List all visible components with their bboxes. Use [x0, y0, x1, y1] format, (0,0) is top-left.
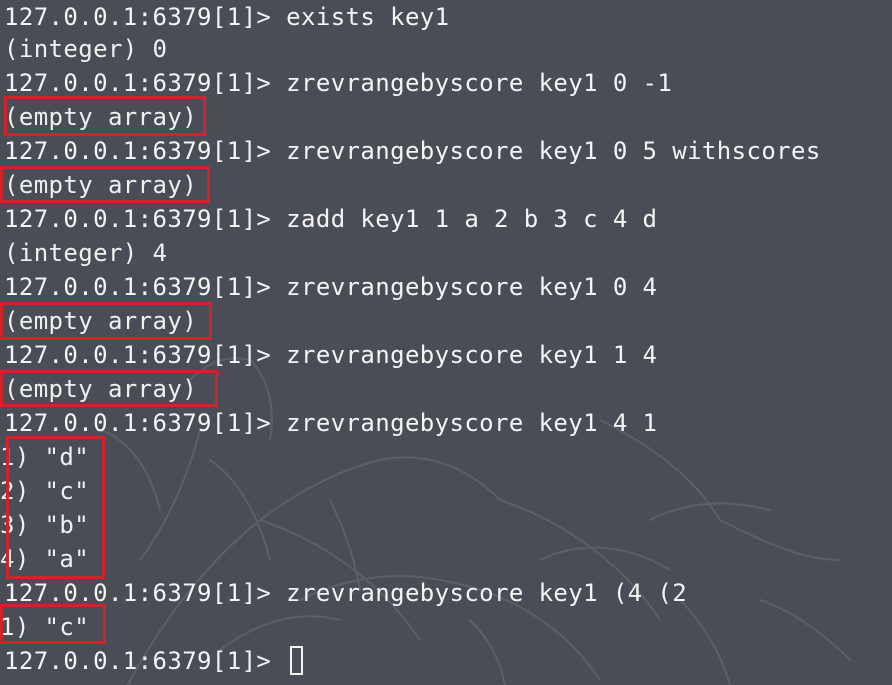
prompt-text: 127.0.0.1:6379[1]>	[4, 579, 272, 607]
terminal-line-5: 127.0.0.1:6379[1]> zrevrangebyscore key1…	[4, 134, 821, 168]
output-line-6: (empty array)	[4, 171, 198, 199]
input-text[interactable]	[271, 647, 286, 675]
terminal-line-7: 127.0.0.1:6379[1]> zadd key1 1 a 2 b 3 c…	[4, 202, 657, 236]
output-line-4: (empty array)	[4, 103, 198, 131]
prompt-text: 127.0.0.1:6379[1]>	[4, 69, 272, 97]
prompt-text: 127.0.0.1:6379[1]>	[4, 3, 272, 31]
output-line-15: 2) "c"	[0, 477, 90, 505]
command-text: zrevrangebyscore key1 0 5 withscores	[271, 137, 821, 165]
output-line-10: (empty array)	[4, 307, 198, 335]
output-line-14: 1) "d"	[0, 443, 90, 471]
terminal-window[interactable]: 127.0.0.1:6379[1]> exists key1 (integer)…	[0, 0, 892, 685]
command-text: zrevrangebyscore key1 0 -1	[271, 69, 673, 97]
prompt-text: 127.0.0.1:6379[1]>	[4, 137, 272, 165]
prompt-text: 127.0.0.1:6379[1]>	[4, 341, 272, 369]
output-line-8: (integer) 4	[4, 239, 168, 267]
terminal-line-11: 127.0.0.1:6379[1]> zrevrangebyscore key1…	[4, 338, 657, 372]
command-text: zrevrangebyscore key1 0 4	[271, 273, 658, 301]
prompt-text: 127.0.0.1:6379[1]>	[4, 273, 272, 301]
output-line-16: 3) "b"	[0, 511, 90, 539]
terminal-line-3: 127.0.0.1:6379[1]> zrevrangebyscore key1…	[4, 66, 672, 100]
command-text: zrevrangebyscore key1 4 1	[271, 409, 658, 437]
terminal-line-18: 127.0.0.1:6379[1]> zrevrangebyscore key1…	[4, 576, 687, 610]
prompt-text: 127.0.0.1:6379[1]>	[4, 205, 272, 233]
block-cursor-icon[interactable]	[290, 646, 304, 675]
output-line-19: 1) "c"	[0, 613, 90, 641]
terminal-line-9: 127.0.0.1:6379[1]> zrevrangebyscore key1…	[4, 270, 657, 304]
output-line-17: 4) "a"	[0, 545, 90, 573]
command-text: zrevrangebyscore key1 1 4	[271, 341, 658, 369]
prompt-text: 127.0.0.1:6379[1]>	[4, 647, 272, 675]
command-text: zrevrangebyscore key1 (4 (2	[271, 579, 688, 607]
output-line-12: (empty array)	[4, 375, 198, 403]
terminal-line-13: 127.0.0.1:6379[1]> zrevrangebyscore key1…	[4, 406, 657, 440]
terminal-line-1: 127.0.0.1:6379[1]> exists key1	[4, 0, 450, 34]
terminal-input-line[interactable]: 127.0.0.1:6379[1]>	[4, 644, 304, 678]
prompt-text: 127.0.0.1:6379[1]>	[4, 409, 272, 437]
command-text: zadd key1 1 a 2 b 3 c 4 d	[271, 205, 658, 233]
command-text: exists key1	[271, 3, 450, 31]
output-line-2: (integer) 0	[4, 35, 168, 63]
